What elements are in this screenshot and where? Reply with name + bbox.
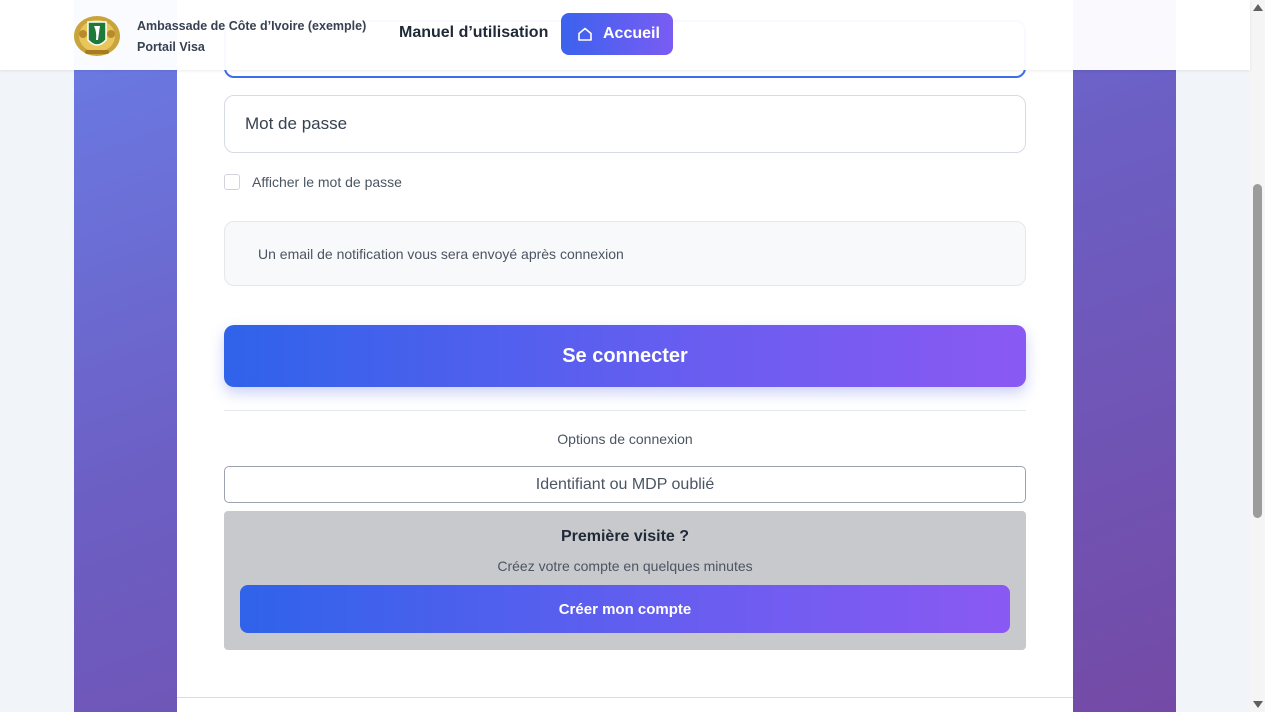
first-visit-panel: Première visite ? Créez votre compte en … — [224, 511, 1026, 650]
top-navbar: Ambassade de Côte d’Ivoire (exemple) Por… — [0, 0, 1250, 70]
home-icon — [578, 27, 592, 41]
show-password-toggle[interactable]: Afficher le mot de passe — [224, 172, 402, 192]
password-field[interactable] — [224, 95, 1026, 153]
notice-text: Un email de notification vous sera envoy… — [258, 245, 624, 262]
create-account-button[interactable]: Créer mon compte — [240, 585, 1010, 633]
section-divider — [224, 410, 1026, 411]
nav-home-label: Accueil — [603, 25, 660, 42]
nav-home-button[interactable]: Accueil — [561, 13, 673, 55]
brand-name: Ambassade de Côte d’Ivoire (exemple) — [137, 19, 367, 33]
scroll-down-arrow-icon[interactable] — [1253, 701, 1263, 708]
show-password-label: Afficher le mot de passe — [252, 174, 402, 190]
scroll-thumb[interactable] — [1253, 184, 1262, 518]
vertical-scrollbar[interactable] — [1250, 0, 1265, 712]
notification-notice: Un email de notification vous sera envoy… — [224, 221, 1026, 286]
scroll-up-arrow-icon[interactable] — [1253, 4, 1263, 11]
first-visit-title: Première visite ? — [560, 528, 690, 545]
show-password-checkbox[interactable] — [224, 174, 240, 190]
brand-subtitle: Portail Visa — [137, 40, 205, 54]
first-visit-subtitle: Créez votre compte en quelques minutes — [497, 558, 753, 574]
card-divider — [177, 697, 1073, 698]
nav-manual-link[interactable]: Manuel d’utilisation — [399, 24, 548, 42]
coat-of-arms-icon[interactable] — [72, 12, 122, 58]
brand-title: Ambassade de Côte d’Ivoire (exemple) Por… — [137, 16, 366, 58]
login-button[interactable]: Se connecter — [224, 325, 1026, 387]
login-options-label: Options de connexion — [557, 431, 693, 447]
forgot-credentials-button[interactable]: Identifiant ou MDP oublié — [224, 466, 1026, 503]
